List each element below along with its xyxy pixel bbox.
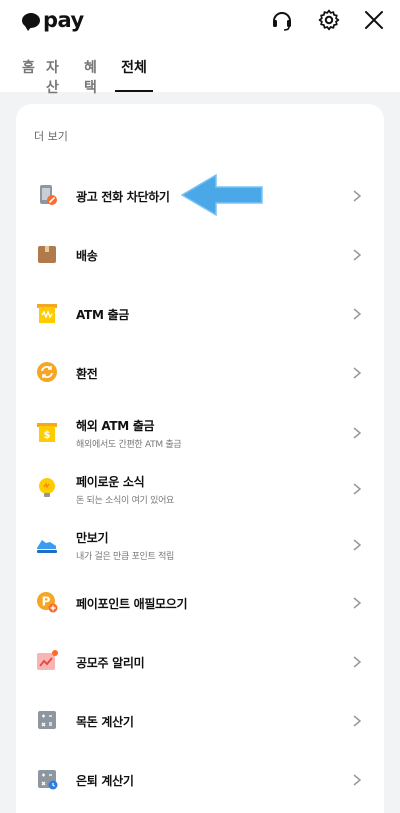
item-subtitle: 해외에서도 간편한 ATM 출금 — [76, 439, 182, 450]
phone-block-icon — [36, 184, 58, 206]
item-title: 공모주 알리미 — [76, 655, 145, 670]
item-title: ATM 출금 — [76, 307, 129, 322]
list-item-currency-exchange[interactable]: 환전 — [16, 344, 384, 402]
item-title: 배송 — [76, 248, 98, 263]
svg-text:$: $ — [44, 430, 51, 441]
chevron-right-icon — [353, 774, 362, 786]
item-subtitle: 돈 되는 소식이 여기 있어요 — [76, 495, 175, 506]
top-bar: pay 홈 자산 혜택 전체 — [0, 0, 400, 96]
chevron-right-icon — [353, 427, 362, 439]
tab-all[interactable]: 전체 — [115, 57, 153, 92]
exchange-icon — [36, 361, 58, 383]
logo-text: pay — [43, 8, 84, 32]
gear-icon[interactable] — [317, 8, 341, 32]
item-title: 광고 전화 차단하기 — [76, 189, 170, 204]
kakaopay-logo: pay — [22, 6, 84, 34]
chevron-right-icon — [353, 539, 362, 551]
headset-icon[interactable] — [270, 8, 294, 32]
annotation-arrow-icon — [180, 173, 263, 217]
close-icon[interactable] — [362, 8, 386, 32]
sneaker-icon — [36, 533, 58, 555]
overseas-atm-icon: $ — [36, 421, 58, 443]
chevron-right-icon — [353, 308, 362, 320]
list-item-paypoint-collect[interactable]: P 페이포인트 애필모으기 — [16, 574, 384, 632]
list-item-retirement-calculator[interactable]: 은퇴 계산기 — [16, 751, 384, 809]
chevron-right-icon — [353, 367, 362, 379]
item-title: 은퇴 계산기 — [76, 773, 134, 788]
item-title: 해외 ATM 출금 — [76, 418, 155, 433]
tab-assets[interactable]: 자산 — [46, 57, 59, 96]
list-item-pay-news[interactable]: 페이로운 소식 돈 되는 소식이 여기 있어요 — [16, 460, 384, 518]
chevron-right-icon — [353, 190, 362, 202]
chevron-right-icon — [353, 249, 362, 261]
box-icon — [36, 243, 58, 265]
retire-calculator-icon — [36, 768, 58, 790]
item-subtitle: 내가 걸은 만큼 포인트 적립 — [76, 551, 175, 562]
bulb-icon — [36, 477, 58, 499]
chevron-right-icon — [353, 656, 362, 668]
point-icon: P — [36, 591, 58, 613]
item-title: 목돈 계산기 — [76, 714, 134, 729]
chevron-right-icon — [353, 597, 362, 609]
chat-bubble-icon — [22, 12, 40, 31]
tab-home[interactable]: 홈 — [22, 57, 35, 92]
stock-alarm-icon — [36, 650, 58, 672]
item-title: 페이로운 소식 — [76, 474, 145, 489]
item-title: 환전 — [76, 366, 98, 381]
list-item-atm-withdraw[interactable]: ATM 출금 — [16, 285, 384, 343]
section-title: 더 보기 — [34, 130, 68, 143]
chevron-right-icon — [353, 715, 362, 727]
item-title: 페이포인트 애필모으기 — [76, 596, 188, 611]
list-item-overseas-atm[interactable]: $ 해외 ATM 출금 해외에서도 간편한 ATM 출금 — [16, 404, 384, 462]
atm-icon — [36, 302, 58, 324]
list-item-pedometer[interactable]: 만보기 내가 걸은 만큼 포인트 적립 — [16, 516, 384, 574]
list-item-ipo-alert[interactable]: 공모주 알리미 — [16, 633, 384, 691]
item-title: 만보기 — [76, 530, 109, 545]
chevron-right-icon — [353, 483, 362, 495]
tab-benefits[interactable]: 혜택 — [84, 57, 97, 96]
list-item-lump-sum-calculator[interactable]: 목돈 계산기 — [16, 692, 384, 750]
list-item-delivery[interactable]: 배송 — [16, 226, 384, 284]
calculator-icon — [36, 709, 58, 731]
